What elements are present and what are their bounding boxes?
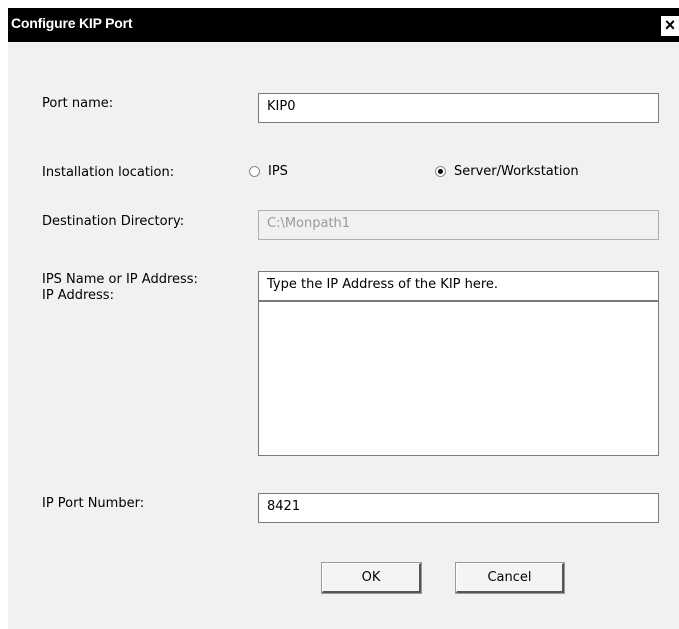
ip-address-list[interactable] [258, 301, 659, 456]
ips-name-input[interactable]: Type the IP Address of the KIP here. [258, 271, 659, 301]
close-icon: × [664, 15, 676, 35]
destination-directory-input: C:\Monpath1 [258, 210, 659, 240]
radio-server-workstation-label: Server/Workstation [454, 164, 579, 179]
radio-ips[interactable]: IPS [249, 164, 288, 179]
port-name-label: Port name: [42, 96, 114, 111]
cancel-button[interactable]: Cancel [455, 562, 565, 594]
ip-port-number-input[interactable]: 8421 [258, 493, 659, 523]
title-bar: Configure KIP Port × [8, 8, 679, 42]
radio-server-workstation[interactable]: Server/Workstation [435, 164, 579, 179]
radio-ips-indicator [249, 166, 260, 177]
ip-port-number-label: IP Port Number: [42, 496, 145, 511]
destination-directory-label: Destination Directory: [42, 214, 185, 229]
ips-name-label-line2: IP Address: [42, 288, 114, 303]
ok-button[interactable]: OK [321, 562, 422, 594]
port-name-input[interactable]: KIP0 [258, 93, 659, 123]
radio-server-workstation-indicator [435, 166, 446, 177]
dialog-title: Configure KIP Port [11, 15, 133, 31]
ips-name-label-line1: IPS Name or IP Address: [42, 272, 198, 287]
close-button[interactable]: × [661, 16, 679, 36]
radio-ips-label: IPS [268, 164, 288, 179]
installation-location-label: Installation location: [42, 165, 175, 180]
